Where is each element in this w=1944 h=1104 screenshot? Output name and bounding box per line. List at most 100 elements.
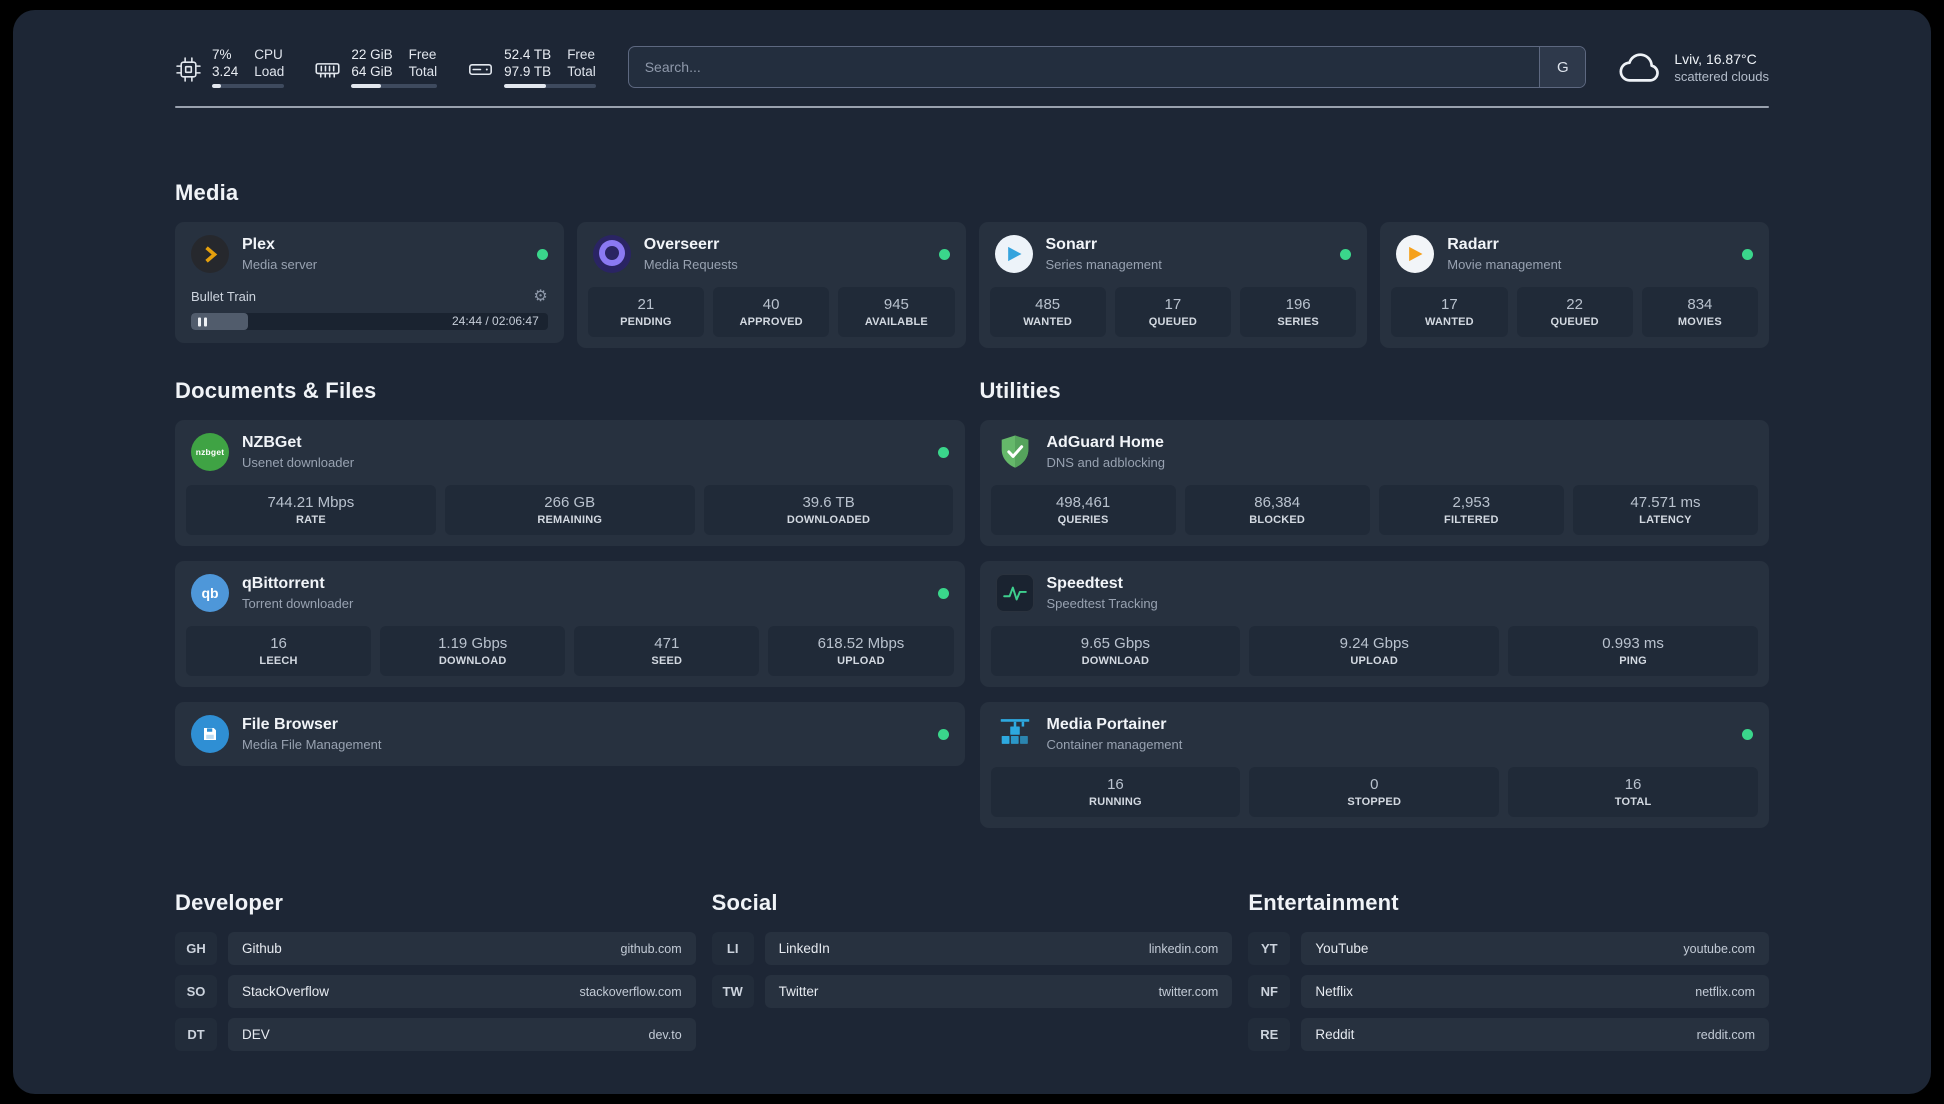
weather-condition: scattered clouds — [1674, 68, 1769, 84]
pause-icon[interactable] — [198, 317, 207, 326]
stat-movies: 834 MOVIES — [1641, 287, 1758, 337]
service-link-portainer[interactable]: Media Portainer Container management — [980, 702, 1770, 766]
bookmark-pill: LinkedIn linkedin.com — [764, 932, 1233, 965]
status-dot-online — [1742, 728, 1753, 740]
stat-queued: 22 QUEUED — [1516, 287, 1633, 337]
service-link-adguard[interactable]: AdGuard Home DNS and adblocking — [980, 420, 1770, 484]
cloud-icon — [1618, 49, 1662, 85]
service-link-radarr[interactable]: Radarr Movie management — [1380, 222, 1769, 286]
service-description: Media File Management — [242, 737, 382, 752]
service-description: Series management — [1045, 257, 1162, 272]
stat-value: 2,953 — [1452, 494, 1491, 511]
stat-label: PENDING — [620, 316, 672, 328]
stat-label: TOTAL — [1614, 796, 1652, 808]
service-card-overseerr: Overseerr Media Requests 21 PENDING 40 APPROV… — [576, 222, 966, 348]
service-link-overseerr[interactable]: Overseerr Media Requests — [577, 222, 966, 286]
service-stats: 498,461 QUERIES 86,384 BLOCKED 2,953 FILTERED… — [980, 484, 1770, 546]
bookmark-netflix[interactable]: NF Netflix netflix.com — [1248, 975, 1769, 1008]
service-card-filebrowser: File Browser Media File Management — [175, 702, 965, 766]
stat-value: 1.19 Gbps — [438, 635, 508, 652]
dashboard-window: 7% 3.24 CPU Load 22 GiB 64 GiB Free Total 52.4 T… — [13, 10, 1931, 1094]
bookmark-stackoverflow[interactable]: SO StackOverflow stackoverflow.com — [175, 975, 696, 1008]
now-playing-title: Bullet Train — [191, 289, 257, 304]
bookmark-youtube[interactable]: YT YouTube youtube.com — [1248, 932, 1769, 965]
service-name: Speedtest — [1046, 575, 1123, 592]
service-link-qbittorrent[interactable]: qb qBittorrent Torrent downloader — [175, 561, 965, 625]
stat-running: 16 RUNNING — [990, 767, 1241, 817]
stat-label: APPROVED — [739, 316, 803, 328]
stat-value: 485 — [1035, 296, 1061, 313]
bookmark-github[interactable]: GH Github github.com — [175, 932, 696, 965]
bookmark-url: netflix.com — [1695, 984, 1755, 999]
system-value: 7% — [212, 47, 232, 62]
stat-upload: 618.52 Mbps UPLOAD — [768, 626, 954, 676]
stat-label: BLOCKED — [1249, 514, 1306, 526]
service-link-nzbget[interactable]: nzbget NZBGet Usenet downloader — [175, 420, 965, 484]
gear-icon[interactable]: ⚙ — [533, 289, 547, 305]
playback-progress-bar[interactable]: 24:44 / 02:06:47 — [191, 313, 548, 330]
status-dot-online — [938, 248, 950, 260]
now-playing: Bullet Train ⚙ 24:44 / 02:06:47 — [175, 286, 564, 343]
service-link-speedtest[interactable]: Speedtest Speedtest Tracking — [980, 561, 1770, 625]
service-description: Media server — [242, 257, 318, 272]
section-title-documents: Documents & Files — [175, 378, 377, 403]
stat-label: QUEUED — [1148, 316, 1197, 328]
service-stats: 17 WANTED 22 QUEUED 834 MOVIES — [1380, 286, 1769, 348]
service-description: DNS and adblocking — [1046, 455, 1166, 470]
system-value: 3.24 — [212, 64, 239, 79]
service-link-filebrowser[interactable]: File Browser Media File Management — [175, 702, 965, 766]
bookmark-abbr: NF — [1248, 975, 1291, 1008]
stat-value: 618.52 Mbps — [817, 635, 905, 652]
system-progress-fill — [504, 84, 547, 88]
stat-label: STOPPED — [1347, 796, 1402, 808]
stat-label: UPLOAD — [1350, 655, 1399, 667]
stat-label: FILTERED — [1444, 514, 1499, 526]
stat-value: 0 — [1370, 776, 1379, 793]
system-value: 64 GiB — [351, 64, 393, 79]
stat-label: REMAINING — [537, 514, 603, 526]
status-dot-online — [1340, 248, 1352, 260]
stat-leech: 16 LEECH — [186, 626, 372, 676]
bookmark-name: Reddit — [1315, 1027, 1355, 1042]
nzbget-icon: nzbget — [191, 433, 229, 471]
stat-queries: 498,461 QUERIES — [990, 485, 1176, 535]
stat-label: WANTED — [1424, 316, 1474, 328]
stat-value: 471 — [654, 635, 680, 652]
service-card-adguard: AdGuard Home DNS and adblocking 498,461 QUE… — [979, 420, 1770, 546]
stat-label: RUNNING — [1089, 796, 1142, 808]
bookmark-group-social: Social LI LinkedIn linkedin.com TW Twitter twi… — [711, 890, 1233, 1008]
service-card-nzbget: nzbget NZBGet Usenet downloader 744.21 Mbps… — [175, 420, 965, 546]
bookmark-linkedin[interactable]: LI LinkedIn linkedin.com — [711, 932, 1233, 965]
stat-approved: 40 APPROVED — [713, 287, 830, 337]
bookmark-reddit[interactable]: RE Reddit reddit.com — [1248, 1018, 1769, 1051]
status-dot-online — [1742, 248, 1753, 260]
search-provider-button[interactable]: G — [1539, 47, 1586, 87]
stat-value: 266 GB — [544, 494, 596, 511]
service-stats: 21 PENDING 40 APPROVED 945 AVAILABLE — [577, 286, 966, 348]
bookmark-url: twitter.com — [1158, 984, 1219, 999]
service-description: Media Requests — [643, 257, 738, 272]
service-link-sonarr[interactable]: Sonarr Series management — [979, 222, 1368, 286]
bookmark-group-title: Entertainment — [1248, 890, 1399, 915]
system-progress-bar — [351, 84, 438, 88]
stat-value: 40 — [762, 296, 780, 313]
stat-value: 47.571 ms — [1630, 494, 1701, 511]
portainer-icon — [996, 715, 1034, 753]
bookmark-abbr: RE — [1248, 1018, 1291, 1051]
search-input[interactable] — [628, 47, 1540, 87]
stat-value: 945 — [883, 296, 909, 313]
stat-value: 21 — [637, 296, 655, 313]
bookmark-group-entertainment: Entertainment YT YouTube youtube.com NF Netfl… — [1248, 890, 1769, 1051]
utilities-card-list: AdGuard Home DNS and adblocking 498,461 QUE… — [979, 420, 1770, 828]
bookmark-twitter[interactable]: TW Twitter twitter.com — [711, 975, 1233, 1008]
bookmark-pill: Netflix netflix.com — [1301, 975, 1769, 1008]
stat-total: 16 TOTAL — [1508, 767, 1758, 817]
system-widget-cpu: 7% 3.24 CPU Load — [175, 46, 285, 88]
service-description: Speedtest Tracking — [1046, 596, 1158, 611]
service-link-plex[interactable]: Plex Media server — [175, 222, 564, 286]
bookmark-dev[interactable]: DT DEV dev.to — [175, 1018, 696, 1051]
weather-location: Lviv, 16.87°C — [1674, 50, 1757, 67]
middle-columns: Documents & Files nzbget NZBGet Usenet dow… — [175, 378, 1769, 828]
filebrowser-icon — [191, 715, 229, 753]
stat-value: 16 — [1624, 776, 1642, 793]
